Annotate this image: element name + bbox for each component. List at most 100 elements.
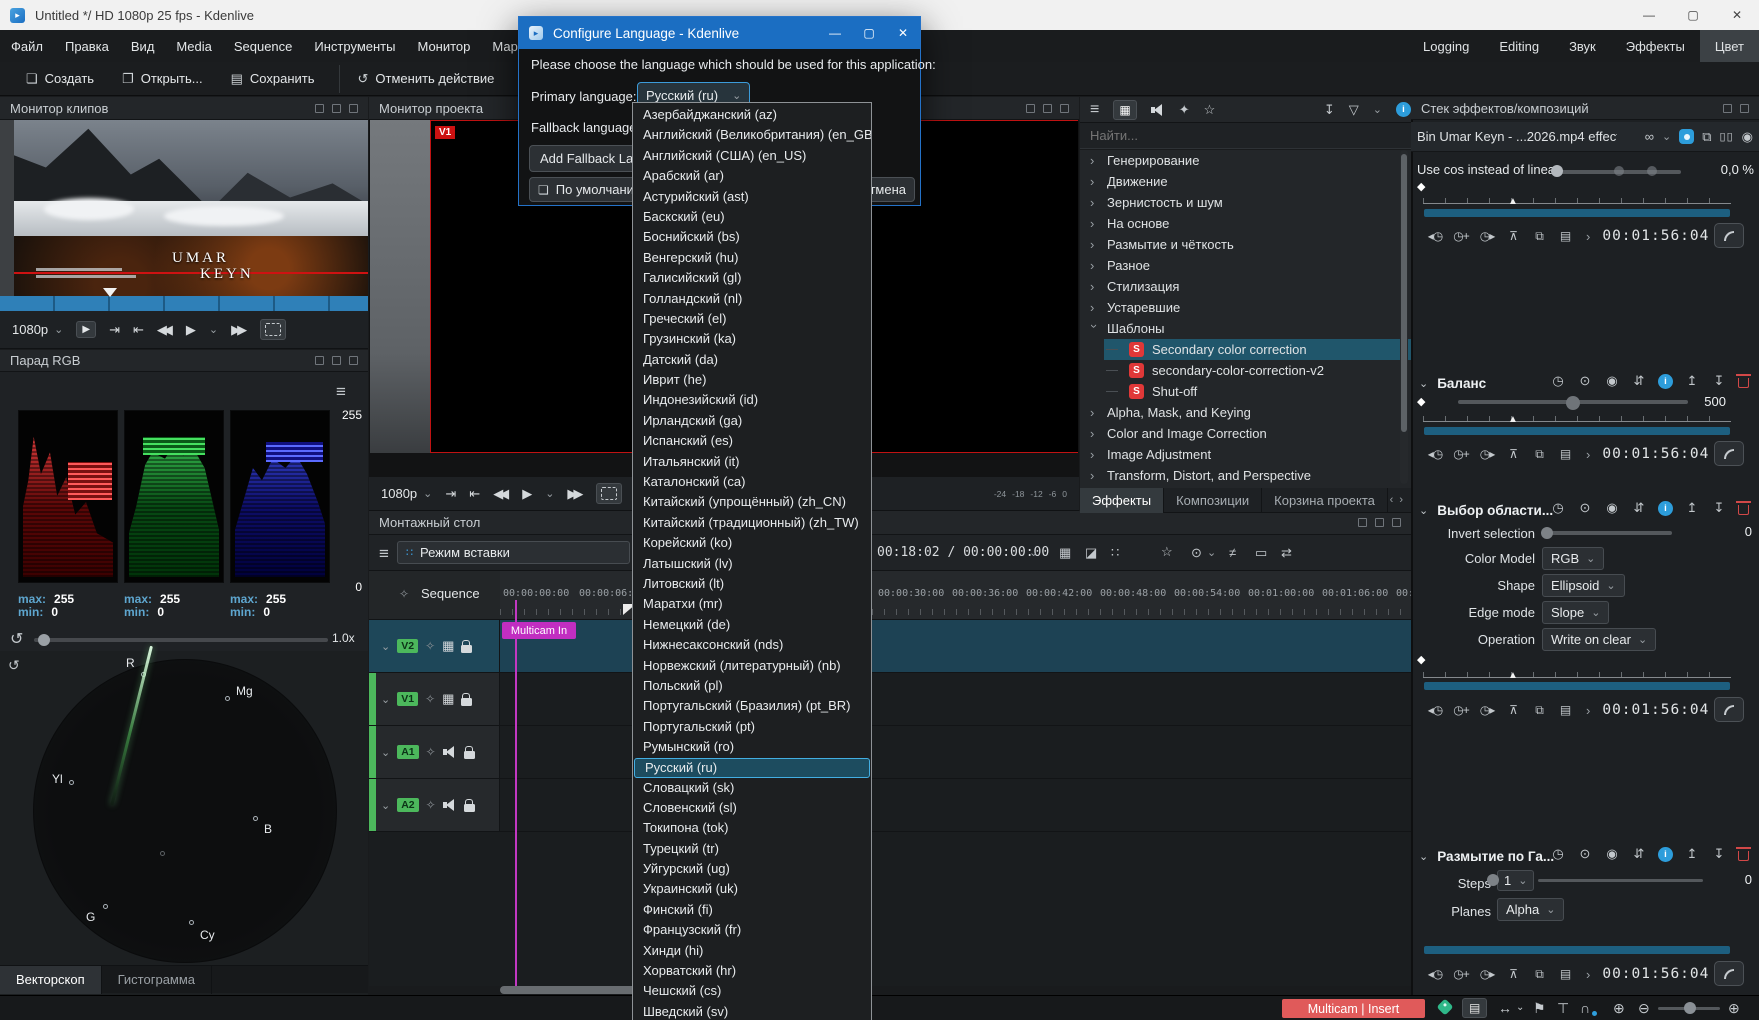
effects-scrollbar[interactable] (1400, 150, 1408, 484)
effects-tree-row[interactable]: › S Image Adjustment (1080, 444, 1411, 465)
track-target-bar[interactable] (369, 673, 376, 725)
dock-float-icon[interactable] (315, 356, 324, 365)
language-option[interactable]: Словацкий (sk) (633, 778, 871, 798)
filter-chevron-icon[interactable]: ⌄ (1373, 103, 1382, 116)
effects-tab[interactable]: Композиции (1164, 488, 1262, 513)
expand-arrow-icon[interactable]: › (1586, 229, 1590, 244)
scrub-playhead-icon[interactable] (103, 288, 117, 297)
language-option[interactable]: Французский (fr) (633, 920, 871, 940)
scope-tab[interactable]: Векторскоп (0, 966, 102, 994)
multicam-clip-label[interactable]: Multicam In (502, 622, 576, 639)
stopwatch-icon[interactable]: ◷ (1550, 846, 1566, 862)
keyframe-position-icon[interactable]: ▲ (1508, 414, 1518, 425)
keyframe-prev-icon[interactable]: ◂◷ (1426, 967, 1444, 981)
keyframe-add-icon[interactable]: ◷+ (1452, 703, 1470, 717)
expand-chevron-icon[interactable]: › (1090, 447, 1099, 462)
track-lock-icon[interactable] (464, 751, 475, 759)
stamp-icon[interactable]: ⊼ (1504, 967, 1522, 981)
planes-dropdown[interactable]: Alpha ⌄ (1497, 898, 1564, 921)
steps-handle[interactable] (1487, 874, 1499, 886)
set-in-point-icon[interactable]: ⇥ (445, 486, 456, 502)
dock-float-icon[interactable] (315, 104, 324, 113)
delete-effect-icon[interactable] (1738, 851, 1749, 861)
language-option[interactable]: Баскский (eu) (633, 207, 871, 227)
effects-tree-row[interactable]: › S Разное (1080, 255, 1411, 276)
menu-item[interactable]: Инструменты (303, 30, 406, 62)
stamp-icon[interactable]: ⊼ (1504, 703, 1522, 717)
track-target-bar[interactable] (369, 726, 376, 778)
effects-tree-row[interactable]: › S secondary-color-correction-v2 (1080, 360, 1411, 381)
eye-icon[interactable]: ◉ (1604, 500, 1620, 516)
keyframe-timecode[interactable]: 00:01:56:04 (1602, 446, 1709, 462)
dock-close-icon[interactable] (349, 356, 358, 365)
favorite-effects-icon[interactable]: ☆ (1161, 544, 1173, 560)
track-collapse-chevron-icon[interactable]: ⌄ (381, 640, 390, 653)
effects-tree-row[interactable]: › S На основе (1080, 213, 1411, 234)
dialog-maximize-button[interactable]: ▢ (852, 17, 886, 49)
keyframe-next-icon[interactable]: ◷▸ (1478, 447, 1496, 461)
language-option[interactable]: Иврит (he) (633, 370, 871, 390)
favorites-icon[interactable]: ☆ (1204, 102, 1216, 118)
timeline-menu-icon[interactable]: ≡ (379, 544, 389, 564)
eye-icon[interactable]: ◉ (1604, 846, 1620, 862)
paste-keyframes-icon[interactable]: ▤ (1556, 703, 1574, 717)
language-option[interactable]: Литовский (lt) (633, 574, 871, 594)
language-option[interactable]: Чешский (cs) (633, 981, 871, 1001)
compare-icon[interactable]: ▯▯ (1720, 130, 1734, 143)
language-option[interactable]: Польский (pl) (633, 676, 871, 696)
marker-flag-icon[interactable]: ⚑ (1533, 1000, 1546, 1017)
workspace-tab[interactable]: Звук (1554, 30, 1611, 62)
track-name-badge[interactable]: V1 (397, 692, 418, 706)
language-option[interactable]: Боснийский (bs) (633, 227, 871, 247)
move-effect-up-icon[interactable]: ↥ (1684, 846, 1700, 862)
use-cos-handle[interactable] (1551, 165, 1563, 177)
timeline-track[interactable]: ⌄ V1 ✧ ▦ (369, 673, 1411, 726)
play-options-chevron-icon[interactable]: ⌄ (209, 323, 218, 336)
language-option[interactable]: Нижнесаксонский (nds) (633, 635, 871, 655)
track-effects-icon[interactable]: ✧ (426, 798, 436, 812)
menu-item[interactable]: Sequence (223, 30, 304, 62)
set-in-point-icon[interactable]: ⇥ (109, 322, 120, 338)
keyframe-zoombar[interactable] (1424, 209, 1730, 217)
zoom-effect-icon[interactable]: ⊙ (1577, 500, 1593, 516)
track-lock-icon[interactable] (461, 698, 472, 706)
resolution-dropdown[interactable]: 1080p⌄ (12, 322, 63, 337)
expand-chevron-icon[interactable]: › (1090, 405, 1099, 420)
language-option[interactable]: Азербайджанский (az) (633, 105, 871, 125)
dock-popout-icon[interactable] (332, 104, 341, 113)
collapse-chevron-icon[interactable]: ⌄ (1419, 504, 1428, 517)
dock-popout-icon[interactable] (1375, 518, 1384, 527)
edit-mode-dropdown[interactable]: ∷ Режим вставки (397, 541, 630, 564)
effects-tree-row[interactable]: › S Стилизация (1080, 276, 1411, 297)
curve-editor-button[interactable] (1714, 697, 1744, 722)
language-option[interactable]: Китайский (упрощённый) (zh_CN) (633, 492, 871, 512)
overlay-icon[interactable]: ◪ (1085, 545, 1097, 561)
record-chevron-icon[interactable]: ⌄ (1207, 546, 1216, 559)
expand-chevron-icon[interactable]: › (1087, 324, 1102, 333)
effects-tree-row[interactable]: › S Transform, Distort, and Perspective (1080, 465, 1411, 486)
language-option[interactable]: Токипона (tok) (633, 818, 871, 838)
language-option[interactable]: Астурийский (ast) (633, 187, 871, 207)
snap-magnet-icon[interactable]: ∩ (1580, 1000, 1590, 1016)
invert-selection-value[interactable]: 0 (1732, 524, 1752, 539)
track-name-badge[interactable]: A1 (397, 745, 418, 759)
keyframe-add-icon[interactable]: ◷+ (1452, 447, 1470, 461)
parade-zoom-slider[interactable] (34, 638, 328, 642)
search-input[interactable] (1080, 123, 1411, 148)
move-effect-down-icon[interactable]: ↧ (1711, 500, 1727, 516)
keyframe-timecode[interactable]: 00:01:56:04 (1602, 228, 1709, 244)
delete-effect-icon[interactable] (1738, 505, 1749, 515)
eye-icon[interactable]: ◉ (1604, 373, 1620, 389)
keyframe-ruler[interactable] (1423, 666, 1731, 678)
copy-icon[interactable]: ⧉ (1702, 129, 1711, 145)
keyframe-ruler[interactable] (1423, 192, 1731, 204)
stopwatch-icon[interactable]: ◷ (1550, 500, 1566, 516)
language-option[interactable]: Норвежский (литературный) (nb) (633, 656, 871, 676)
balance-handle[interactable] (1566, 396, 1580, 410)
language-option[interactable]: Ирландский (ga) (633, 411, 871, 431)
language-option[interactable]: Украинский (uk) (633, 879, 871, 899)
stopwatch-icon[interactable]: ◷ (1550, 373, 1566, 389)
balance-value[interactable]: 500 (1692, 394, 1726, 409)
keyframe-add-icon[interactable]: ◷+ (1452, 967, 1470, 981)
expand-chevron-icon[interactable]: › (1090, 300, 1099, 315)
